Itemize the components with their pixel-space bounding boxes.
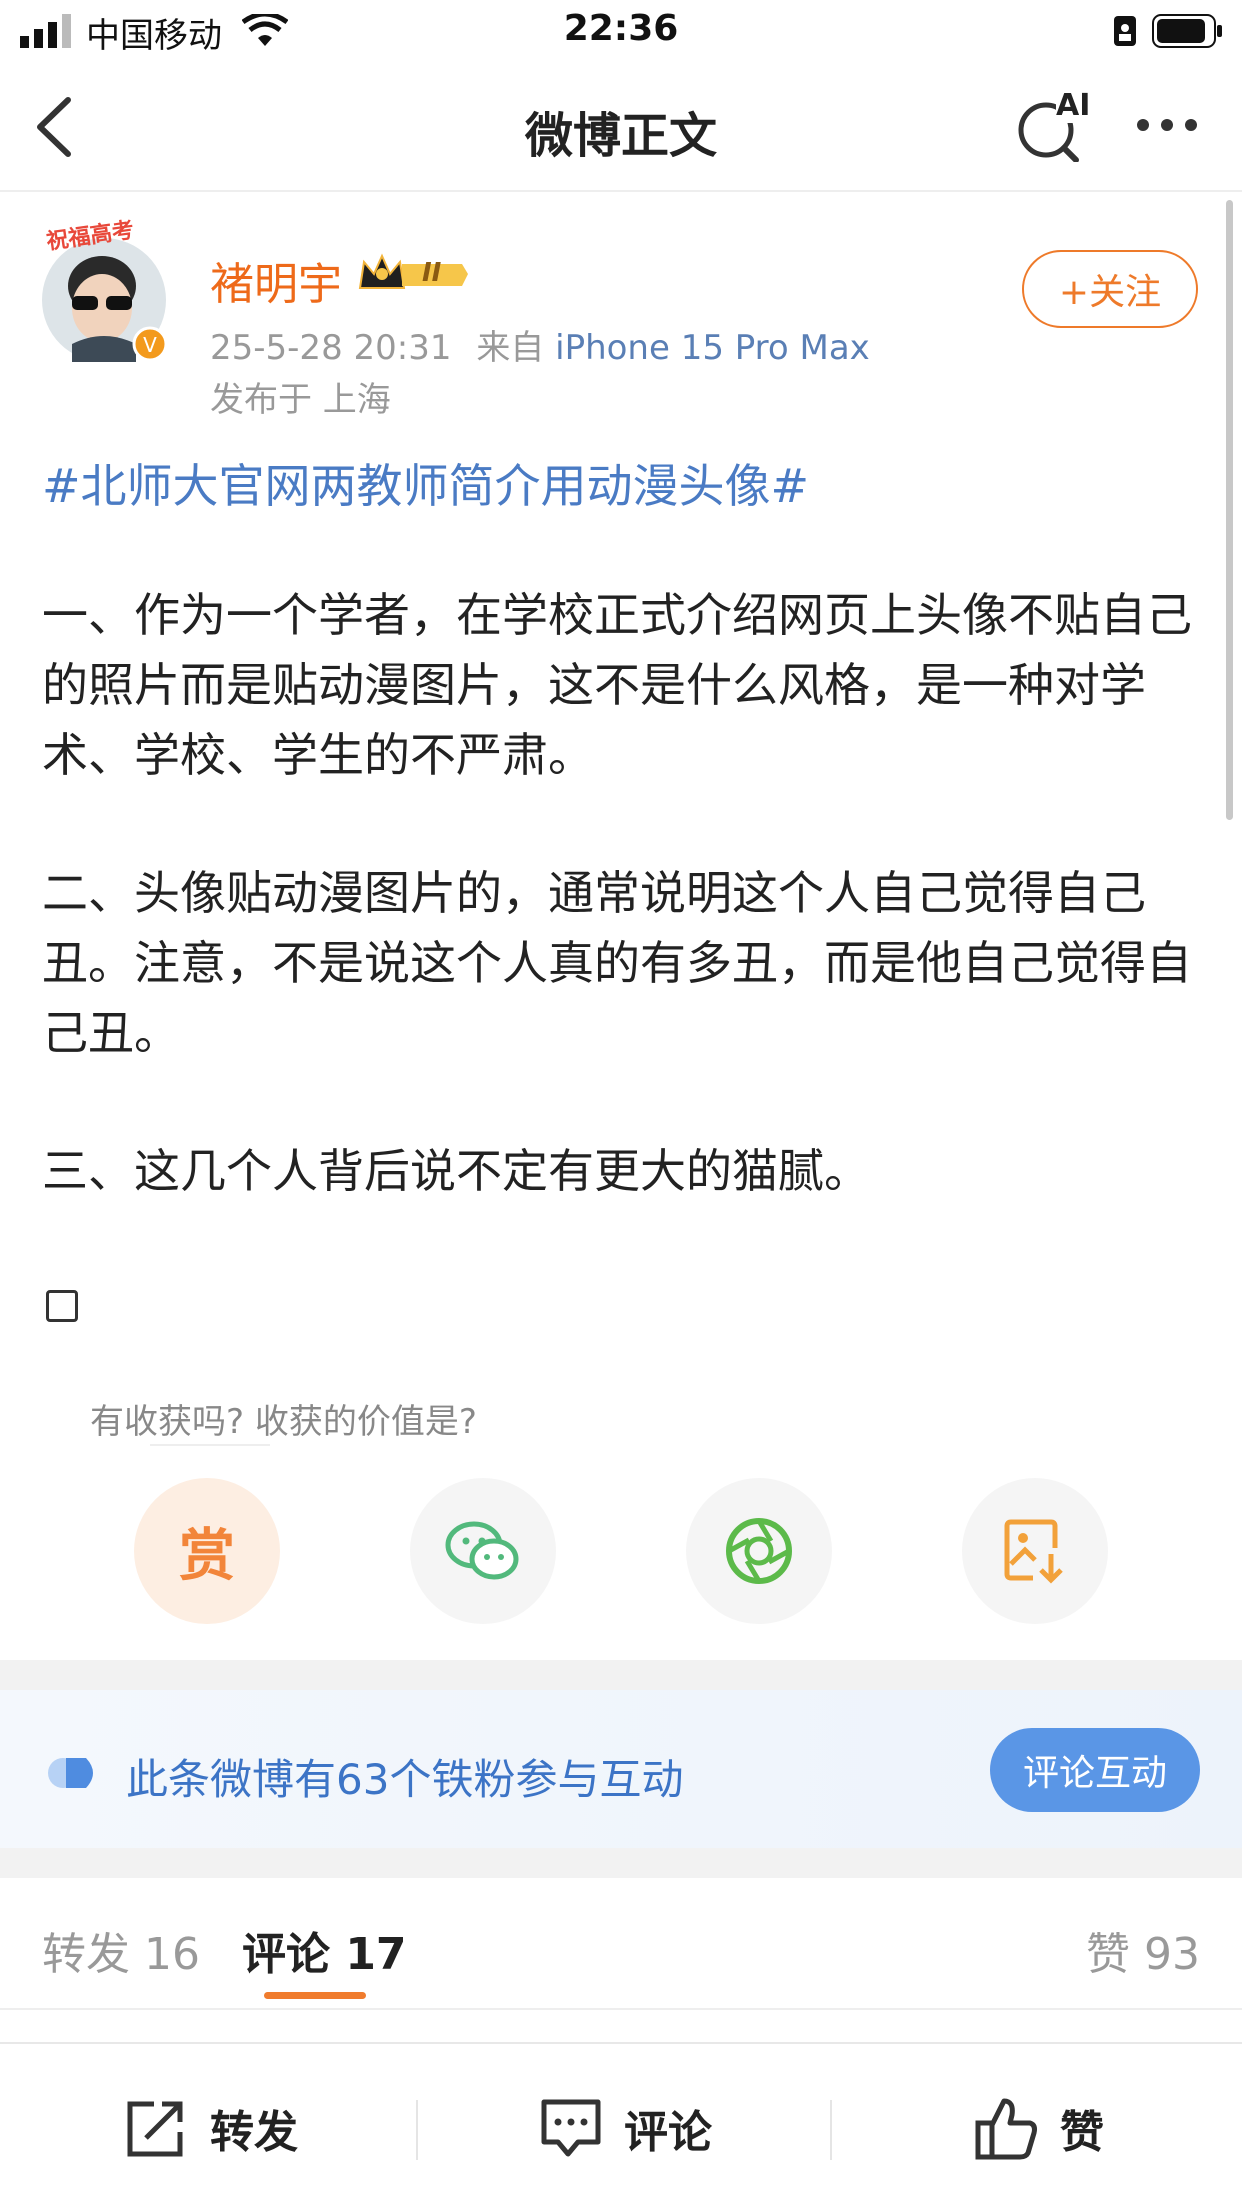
vip-level: II: [422, 258, 442, 288]
paragraph-3: 三、这几个人背后说不定有更大的猫腻。: [42, 1144, 870, 1198]
bottom-separator-2: [830, 2100, 832, 2160]
battery-icon: [1152, 14, 1222, 48]
share-moments-button[interactable]: [686, 1478, 832, 1624]
paragraph-1: 一、作为一个学者，在学校正式介绍网页上头像不贴自己的照片而是贴动漫图片，这不是什…: [42, 588, 1192, 782]
nav-divider: [0, 190, 1242, 192]
lock-rotation-icon: [1114, 16, 1136, 46]
timestamp: 25-5-28 20:31: [210, 328, 452, 368]
follow-button[interactable]: +关注: [1022, 250, 1198, 328]
tab-comment[interactable]: 评论 17: [242, 1918, 407, 1982]
repost-label: 转发: [210, 2107, 298, 2158]
reward-button[interactable]: 赏: [134, 1478, 280, 1624]
location: 发布于 上海: [210, 380, 391, 420]
reward-prompt: 有收获吗? 收获的价值是?: [90, 1402, 477, 1442]
avatar[interactable]: V 祝福高考: [38, 216, 170, 366]
tab-like[interactable]: 赞 93: [1086, 1918, 1200, 1982]
paragraph-2: 二、头像贴动漫图片的，通常说明这个人自己觉得自己丑。注意，不是说这个人真的有多丑…: [42, 866, 1192, 1060]
bottom-bar-divider: [0, 2042, 1242, 2044]
save-image-button[interactable]: [962, 1478, 1108, 1624]
tabs-divider: [0, 2008, 1242, 2010]
fans-icon: [48, 1758, 93, 1788]
repost-icon: [127, 2101, 183, 2157]
moments-icon: [726, 1518, 792, 1584]
username[interactable]: 褚明宇: [210, 248, 342, 312]
vip-crown-icon: [358, 253, 468, 289]
wechat-icon: [445, 1521, 519, 1580]
section-spacer: [0, 1660, 1242, 1690]
comment-label: 评论: [624, 2107, 712, 2158]
fans-text: 此条微博有63个铁粉参与互动: [126, 1755, 684, 1804]
comment-interact-button[interactable]: 评论互动: [990, 1728, 1200, 1812]
tab-repost[interactable]: 转发 16: [42, 1918, 200, 1982]
like-label: 赞: [1060, 2107, 1104, 2158]
ai-search-button[interactable]: AI: [1014, 88, 1094, 163]
comment-button[interactable]: 评论: [538, 2086, 712, 2170]
checkbox[interactable]: [46, 1290, 78, 1322]
prompt-underline: [150, 1444, 270, 1446]
scrollbar[interactable]: [1226, 200, 1233, 820]
more-icon[interactable]: [1134, 112, 1200, 138]
post-meta: 25-5-28 20:31 来自 iPhone 15 Pro Max: [210, 320, 870, 369]
comment-icon: [541, 2099, 601, 2157]
like-button[interactable]: 赞: [974, 2086, 1104, 2170]
ai-label: AI: [1056, 88, 1091, 123]
device-link[interactable]: iPhone 15 Pro Max: [555, 328, 870, 368]
vip-badge[interactable]: II: [358, 252, 470, 296]
share-wechat-button[interactable]: [410, 1478, 556, 1624]
svg-text:V: V: [143, 333, 157, 357]
save-image-icon: [1004, 1519, 1063, 1584]
section-spacer-2: [0, 1848, 1242, 1878]
repost-button[interactable]: 转发: [124, 2086, 298, 2170]
status-bar: 中国移动 22:36: [0, 0, 1242, 62]
thumbs-up-icon: [975, 2098, 1037, 2160]
active-tab-indicator: [264, 1992, 366, 1999]
reward-icon: 赏: [179, 1523, 235, 1589]
status-time: 22:36: [563, 8, 679, 49]
bottom-separator-1: [416, 2100, 418, 2160]
source-prefix: 来自: [476, 328, 545, 368]
hashtag-link[interactable]: #北师大官网两教师简介用动漫头像#: [42, 450, 809, 516]
